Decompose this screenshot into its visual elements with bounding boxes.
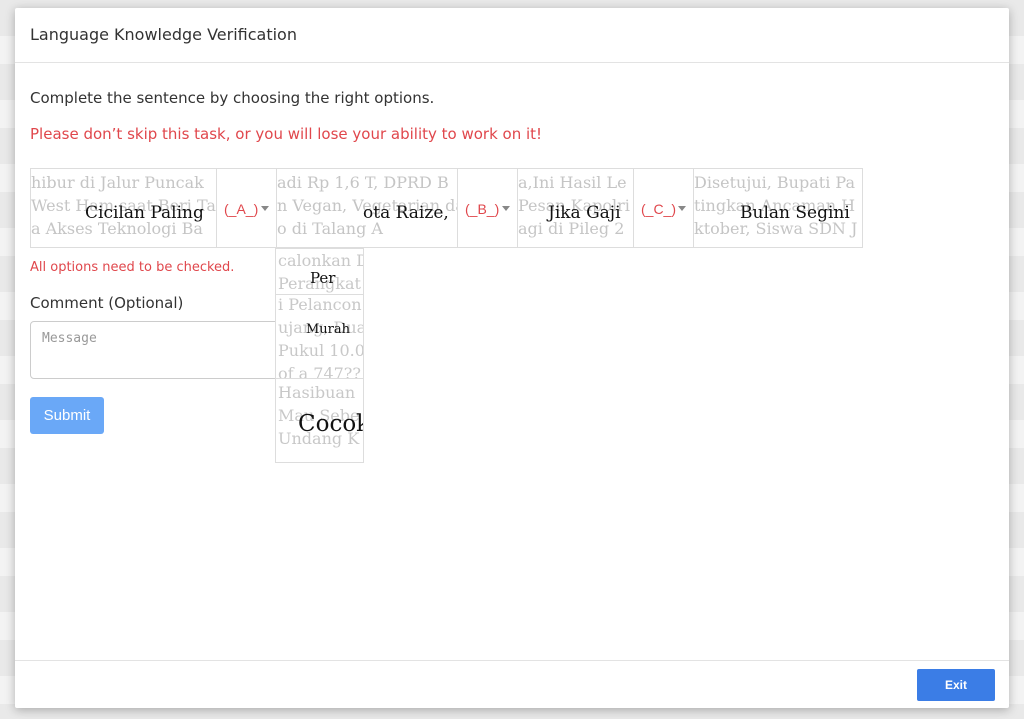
exit-button[interactable]: Exit (917, 669, 995, 701)
captcha-fragment-4: Disetujui, Bupati Pa tingkan Ancaman H k… (693, 168, 863, 248)
captcha-fragment-3: a,Ini Hasil Le Pesan Kapolri agi di Pile… (517, 168, 634, 248)
submit-button[interactable]: Submit (30, 397, 104, 434)
select-b-dropdown[interactable]: (_B_) (457, 168, 518, 248)
modal-footer: Exit (15, 660, 1009, 708)
instruction-text: Complete the sentence by choosing the ri… (30, 89, 435, 107)
select-a-dropdown[interactable]: (_A_) (216, 168, 277, 248)
caret-down-icon (261, 206, 269, 211)
fragment-text: ota Raize, (363, 203, 449, 223)
dropdown-option-per[interactable]: calonkan D Perangkat Per (275, 248, 364, 295)
option-text: Per (310, 269, 336, 287)
select-c-dropdown[interactable]: (_C_) (633, 168, 694, 248)
option-text: Cocok (298, 411, 364, 437)
select-a-options-list: calonkan D Perangkat Per i Pelancon ujan… (275, 248, 364, 463)
warning-text: Please don’t skip this task, or you will… (30, 125, 543, 143)
select-a-label: (_A_) (224, 201, 259, 217)
select-b-label: (_B_) (465, 201, 500, 217)
modal-header: Language Knowledge Verification (15, 8, 1009, 63)
dropdown-option-murah[interactable]: i Pelancon ujang, Dua Pukul 10.0 of a 74… (275, 294, 364, 379)
select-c-label: (_C_) (641, 201, 677, 217)
captcha-fragment-1: hibur di Jalur Puncak West Ham saat Beri… (30, 168, 217, 248)
modal-title: Language Knowledge Verification (30, 25, 297, 44)
dropdown-option-cocok[interactable]: Hasibuan Mau Sebe Undang K Cocok (275, 378, 364, 463)
options-error-message: All options need to be checked. (30, 260, 235, 275)
captcha-fragment-2: adi Rp 1,6 T, DPRD B n Vegan, Vegetarian… (276, 168, 458, 248)
fragment-text: Jika Gaji (548, 203, 621, 223)
verification-modal: Language Knowledge Verification Complete… (15, 8, 1009, 708)
option-text: Murah (306, 322, 351, 337)
fragment-text: Bulan Segini (740, 203, 850, 223)
comment-textarea[interactable] (30, 321, 290, 379)
caret-down-icon (502, 206, 510, 211)
fragment-text: Cicilan Paling (85, 203, 204, 223)
comment-label: Comment (Optional) (30, 294, 184, 312)
caret-down-icon (678, 206, 686, 211)
